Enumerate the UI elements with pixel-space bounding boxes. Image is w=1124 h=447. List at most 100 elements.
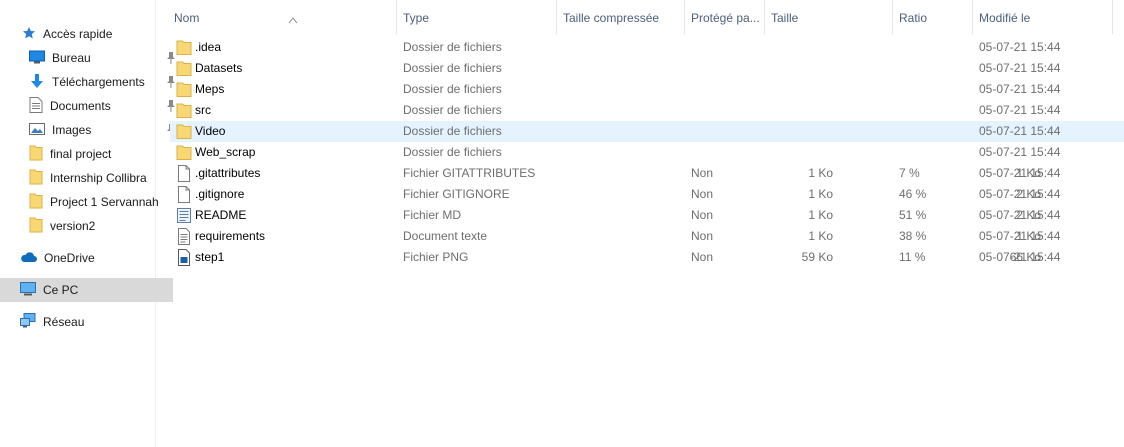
column-label: Taille compressée	[563, 11, 660, 25]
file-modified: 05-07-21 15:44	[979, 40, 1061, 54]
file-icon	[176, 165, 192, 182]
file-protected: Non	[691, 208, 714, 222]
nav-item-final-project[interactable]: final project	[0, 142, 182, 166]
file-protected: Non	[691, 250, 714, 264]
nav-quick-access[interactable]: Accès rapide	[0, 22, 175, 46]
folder-icon	[176, 81, 192, 98]
file-compressed-size: 1 Ko	[808, 166, 833, 180]
column-header-ratio[interactable]: Ratio	[893, 0, 973, 34]
file-protected: Non	[691, 187, 714, 201]
file-name: Datasets	[195, 61, 243, 75]
file-type: Dossier de fichiers	[403, 103, 502, 117]
file-modified: 05-07-21 15:44	[979, 208, 1061, 222]
file-row[interactable]: Meps Dossier de fichiers 05-07-21 15:44	[170, 79, 1124, 100]
file-type: Dossier de fichiers	[403, 40, 502, 54]
file-type: Dossier de fichiers	[403, 82, 502, 96]
folder-icon	[176, 60, 192, 77]
file-ratio: 7 %	[899, 166, 920, 180]
documents-icon	[29, 96, 43, 116]
column-header-protected[interactable]: Protégé pa...	[685, 0, 765, 34]
nav-item-network[interactable]: Réseau	[0, 310, 173, 334]
file-modified: 05-07-21 15:44	[979, 187, 1061, 201]
file-name: .gitattributes	[195, 166, 261, 180]
file-modified: 05-07-21 15:44	[979, 145, 1061, 159]
star-icon	[22, 26, 36, 43]
file-modified: 05-07-21 15:44	[979, 61, 1061, 75]
folder-icon	[176, 39, 192, 56]
file-modified: 05-07-21 15:44	[979, 229, 1061, 243]
column-header-size[interactable]: Taille	[765, 0, 893, 34]
column-label: Modifié le	[979, 11, 1031, 25]
file-compressed-size: 1 Ko	[808, 229, 833, 243]
file-row[interactable]: requirements Document texte 1 Ko Non 1 Ko 38 …	[170, 226, 1124, 247]
file-row[interactable]: README Fichier MD 1 Ko Non 2 Ko 51 % 05-07-21 …	[170, 205, 1124, 226]
nav-item-bureau[interactable]: Bureau	[0, 46, 182, 70]
file-protected: Non	[691, 166, 714, 180]
nav-item-onedrive[interactable]: OneDrive	[0, 246, 173, 270]
nav-label: OneDrive	[44, 251, 95, 265]
nav-item-downloads[interactable]: Téléchargements	[0, 70, 182, 94]
file-name: Meps	[195, 82, 225, 96]
file-row[interactable]: .gitignore Fichier GITIGNORE 1 Ko Non 2 Ko 46…	[170, 184, 1124, 205]
file-type: Document texte	[403, 229, 488, 243]
file-type: Dossier de fichiers	[403, 124, 502, 138]
nav-item-this-pc[interactable]: Ce PC	[0, 278, 173, 302]
file-row[interactable]: Video Dossier de fichiers 05-07-21 15:44	[170, 121, 1124, 142]
folder-icon	[176, 102, 192, 119]
folder-icon	[29, 145, 43, 164]
column-label: Type	[403, 11, 430, 25]
column-header-row: Nom Type Taille compressée Protégé pa...…	[156, 0, 1124, 34]
file-type: Fichier GITIGNORE	[403, 187, 510, 201]
image-file-icon	[176, 249, 192, 266]
navigation-pane: Accès rapide Bureau Téléchargements Docu…	[0, 0, 175, 447]
folder-icon	[29, 217, 43, 236]
column-label: Protégé pa...	[691, 11, 760, 25]
file-row[interactable]: .idea Dossier de fichiers 05-07-21 15:44	[170, 37, 1124, 58]
folder-icon	[29, 169, 43, 188]
file-name: .idea	[195, 40, 222, 54]
folder-icon	[176, 144, 192, 161]
computer-icon	[20, 281, 36, 299]
file-type: Dossier de fichiers	[403, 61, 502, 75]
file-modified: 05-07-21 15:44	[979, 82, 1061, 96]
column-header-type[interactable]: Type	[397, 0, 557, 34]
desktop-icon	[29, 50, 45, 67]
file-name: Video	[195, 124, 226, 138]
file-modified: 05-07-21 15:44	[979, 166, 1061, 180]
column-header-name[interactable]: Nom	[168, 0, 397, 34]
file-name: step1	[195, 250, 225, 264]
file-ratio: 51 %	[899, 208, 927, 222]
file-row[interactable]: Web_scrap Dossier de fichiers 05-07-21 15:…	[170, 142, 1124, 163]
file-type: Fichier MD	[403, 208, 462, 222]
text-file-icon	[176, 228, 192, 245]
nav-item-internship-collibra[interactable]: Internship Collibra	[0, 166, 182, 190]
nav-label: Ce PC	[43, 283, 79, 297]
file-name: requirements	[195, 229, 266, 243]
file-row[interactable]: Datasets Dossier de fichiers 05-07-21 15:4…	[170, 58, 1124, 79]
column-label: Ratio	[899, 11, 928, 25]
file-list-pane: Nom Type Taille compressée Protégé pa...…	[156, 0, 1124, 447]
file-modified: 05-07-21 15:44	[979, 250, 1061, 264]
file-type: Fichier PNG	[403, 250, 469, 264]
nav-item-images[interactable]: Images	[0, 118, 182, 142]
file-row[interactable]: src Dossier de fichiers 05-07-21 15:44	[170, 100, 1124, 121]
file-row[interactable]: .gitattributes Fichier GITATTRIBUTES 1 Ko N…	[170, 163, 1124, 184]
nav-item-project-1-servannah[interactable]: Project 1 Servannah	[0, 190, 182, 214]
network-icon	[20, 313, 36, 331]
file-row[interactable]: step1 Fichier PNG 59 Ko Non 66 Ko 11 % 05-07-2…	[170, 247, 1124, 268]
folder-icon	[29, 193, 43, 212]
folder-icon	[176, 123, 192, 140]
sort-ascending-icon	[288, 2, 298, 24]
column-header-modified[interactable]: Modifié le	[973, 0, 1113, 34]
file-compressed-size: 1 Ko	[808, 187, 833, 201]
download-icon	[29, 73, 45, 92]
nav-item-version2[interactable]: version2	[0, 214, 182, 238]
file-ratio: 38 %	[899, 229, 927, 243]
file-compressed-size: 59 Ko	[801, 250, 833, 264]
file-ratio: 11 %	[899, 250, 926, 264]
column-header-compressed-size[interactable]: Taille compressée	[557, 0, 685, 34]
nav-item-documents[interactable]: Documents	[0, 94, 182, 118]
file-ratio: 46 %	[899, 187, 927, 201]
column-label: Taille	[771, 11, 799, 25]
cloud-icon	[20, 251, 37, 266]
